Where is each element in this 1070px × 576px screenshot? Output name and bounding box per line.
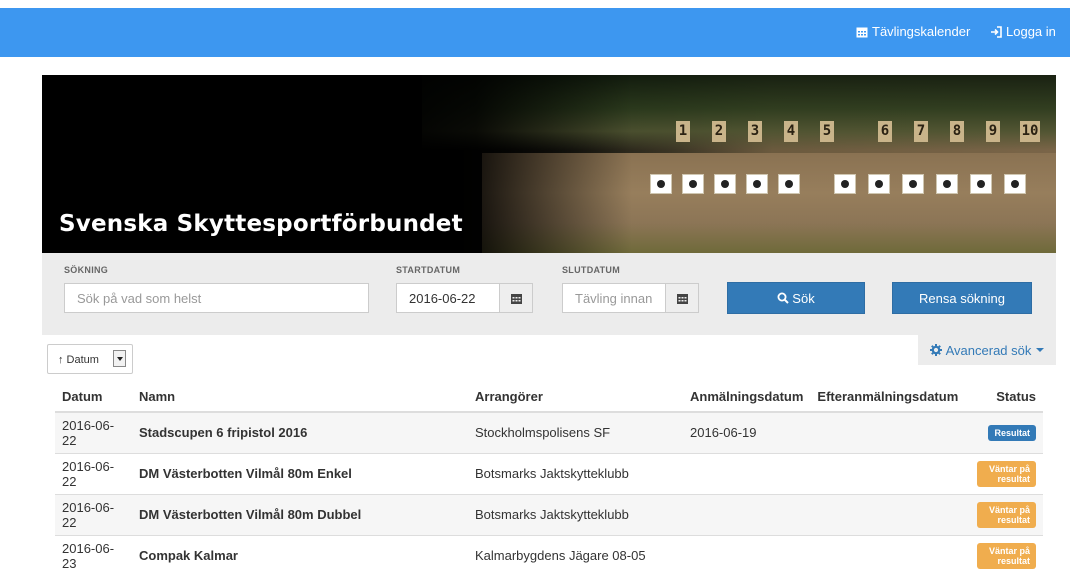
- sort-select-value: ↑ Datum: [58, 354, 99, 366]
- shooting-target: [1004, 174, 1026, 194]
- shooting-target: [834, 174, 856, 194]
- shooting-target: [650, 174, 672, 194]
- advanced-search-label: Avancerad sök: [945, 342, 1032, 358]
- lane-number: 9: [986, 121, 1000, 142]
- cell-status: Väntar på resultat: [970, 493, 1043, 535]
- chevron-down-icon[interactable]: [113, 350, 126, 367]
- calendar-icon: [676, 293, 688, 304]
- nav-login-label: Logga in: [1006, 24, 1056, 39]
- cell-late-registration: [810, 452, 971, 494]
- end-date-input[interactable]: Tävling innan: [562, 283, 666, 313]
- reset-search-label: Rensa sökning: [919, 290, 1005, 306]
- cell-late-registration: [810, 411, 971, 453]
- lane-number: 6: [878, 121, 892, 142]
- end-date-calendar-button[interactable]: [665, 283, 699, 313]
- cell-date: 2016-06-22: [55, 411, 132, 453]
- shooting-target: [714, 174, 736, 194]
- table-header-row: Datum Namn Arrangörer Anmälningsdatum Ef…: [55, 381, 1043, 413]
- top-navbar: Tävlingskalender Logga in: [0, 8, 1070, 57]
- caret-down-icon: [1036, 348, 1045, 352]
- end-date-label: SLUTDATUM: [562, 265, 621, 275]
- shooting-target: [970, 174, 992, 194]
- cell-date: 2016-06-22: [55, 493, 132, 535]
- shooting-target: [682, 174, 704, 194]
- cell-status: Väntar på resultat: [970, 452, 1043, 494]
- cell-status: Resultat: [970, 411, 1043, 453]
- hero-banner: 1 2 3 4 5 6 7 8 9 10 Svenska Skyttesport…: [42, 75, 1056, 253]
- cell-name-link[interactable]: Compak Kalmar: [132, 534, 468, 576]
- calendar-icon: [510, 293, 522, 304]
- shooting-target: [902, 174, 924, 194]
- start-date-label: STARTDATUM: [396, 265, 461, 275]
- column-header-organizers[interactable]: Arrangörer: [468, 381, 683, 413]
- cell-registration: [683, 452, 811, 494]
- calendar-icon: [856, 27, 868, 37]
- status-badge: Väntar på resultat: [977, 501, 1036, 528]
- search-panel: SÖKNING Sök på vad som helst STARTDATUM …: [42, 253, 1056, 335]
- search-query-label: SÖKNING: [64, 265, 109, 275]
- start-date-calendar-button[interactable]: [499, 283, 533, 313]
- lane-number: 3: [748, 121, 762, 142]
- site-title: Svenska Skyttesportförbundet: [59, 211, 463, 237]
- status-badge[interactable]: Resultat: [988, 425, 1036, 442]
- shooting-target: [746, 174, 768, 194]
- nav-calendar-link[interactable]: Tävlingskalender: [856, 24, 970, 39]
- status-badge: Väntar på resultat: [977, 460, 1036, 487]
- lane-number: 5: [820, 121, 834, 142]
- cell-registration: 2016-06-19: [683, 411, 811, 453]
- cell-registration: [683, 493, 811, 535]
- lane-number: 10: [1020, 121, 1040, 142]
- cell-name-link[interactable]: Stadscupen 6 fripistol 2016: [132, 411, 468, 453]
- table-row[interactable]: 2016-06-22 DM Västerbotten Vilmål 80m Du…: [55, 493, 1043, 535]
- lane-number: 2: [712, 121, 726, 142]
- column-header-status[interactable]: Status: [970, 381, 1043, 413]
- cell-organizer: Kalmarbygdens Jägare 08-05: [468, 534, 683, 576]
- nav-login-link[interactable]: Logga in: [990, 24, 1056, 39]
- cell-name-link[interactable]: DM Västerbotten Vilmål 80m Enkel: [132, 452, 468, 494]
- shooting-target: [778, 174, 800, 194]
- column-header-date[interactable]: Datum: [55, 381, 132, 413]
- column-header-name[interactable]: Namn: [132, 381, 468, 413]
- cell-organizer: Botsmarks Jaktskytteklubb: [468, 452, 683, 494]
- lane-number: 8: [950, 121, 964, 142]
- cell-late-registration: [810, 534, 971, 576]
- reset-search-button[interactable]: Rensa sökning: [892, 282, 1032, 314]
- cell-organizer: Botsmarks Jaktskytteklubb: [468, 493, 683, 535]
- column-header-registration[interactable]: Anmälningsdatum: [683, 381, 811, 413]
- cell-late-registration: [810, 493, 971, 535]
- shooting-target: [936, 174, 958, 194]
- cell-registration: [683, 534, 811, 576]
- shooting-target: [868, 174, 890, 194]
- search-button[interactable]: Sök: [727, 282, 865, 314]
- search-icon: [777, 292, 790, 304]
- status-badge: Väntar på resultat: [977, 542, 1036, 569]
- cell-name-link[interactable]: DM Västerbotten Vilmål 80m Dubbel: [132, 493, 468, 535]
- start-date-input[interactable]: 2016-06-22: [396, 283, 500, 313]
- lane-number: 4: [784, 121, 798, 142]
- sort-select[interactable]: ↑ Datum: [47, 344, 133, 374]
- cell-organizer: Stockholmspolisens SF: [468, 411, 683, 453]
- column-header-late-registration[interactable]: Efteranmälningsdatum: [810, 381, 971, 413]
- search-input[interactable]: Sök på vad som helst: [64, 283, 369, 313]
- nav-calendar-label: Tävlingskalender: [872, 24, 971, 39]
- table-row[interactable]: 2016-06-22 DM Västerbotten Vilmål 80m En…: [55, 452, 1043, 494]
- lane-number: 1: [676, 121, 690, 142]
- competitions-table: Datum Namn Arrangörer Anmälningsdatum Ef…: [55, 381, 1043, 576]
- table-row[interactable]: 2016-06-23 Compak Kalmar Kalmarbygdens J…: [55, 534, 1043, 576]
- advanced-search-toggle[interactable]: Avancerad sök: [918, 335, 1056, 365]
- table-row[interactable]: 2016-06-22 Stadscupen 6 fripistol 2016 S…: [55, 411, 1043, 453]
- gear-icon: [929, 344, 942, 356]
- cell-status: Väntar på resultat: [970, 534, 1043, 576]
- lane-number: 7: [914, 121, 928, 142]
- login-icon: [991, 25, 1002, 38]
- cell-date: 2016-06-23: [55, 534, 132, 576]
- search-button-label: Sök: [792, 290, 815, 306]
- cell-date: 2016-06-22: [55, 452, 132, 494]
